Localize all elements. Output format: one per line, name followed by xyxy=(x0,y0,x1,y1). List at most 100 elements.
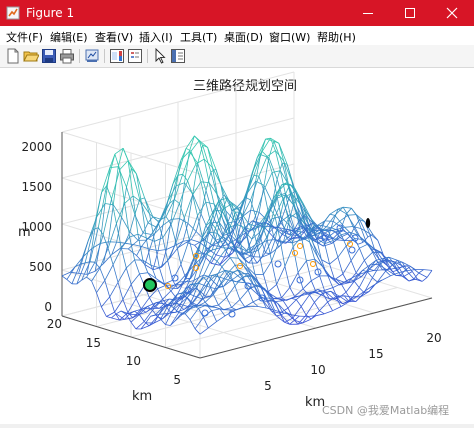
mesh-line xyxy=(427,270,432,277)
mesh-line xyxy=(351,208,356,214)
close-icon xyxy=(446,7,458,19)
mesh-line xyxy=(351,261,356,273)
open-file-icon[interactable] xyxy=(23,48,39,64)
minimize-button[interactable] xyxy=(348,0,388,26)
mesh-line xyxy=(359,288,364,293)
mesh-line xyxy=(143,233,151,235)
mesh-line xyxy=(170,175,178,203)
mesh-line xyxy=(251,181,256,210)
mesh-line xyxy=(301,307,306,316)
x-tick-label: 20 xyxy=(426,331,441,345)
figure-canvas: 三维路径规划空间 2000 1500 1000 500 0 m 20 15 10… xyxy=(0,68,474,424)
new-figure-icon[interactable] xyxy=(5,48,21,64)
mesh-line xyxy=(171,291,176,298)
mesh-line xyxy=(194,136,199,141)
mesh-line xyxy=(359,244,367,248)
mesh-line xyxy=(267,240,275,241)
path-node-marker xyxy=(202,310,208,316)
mesh-line xyxy=(227,286,235,298)
mesh-line xyxy=(333,241,338,258)
mesh-line xyxy=(191,240,199,243)
mesh-line xyxy=(333,307,341,311)
mesh-line xyxy=(145,198,150,214)
mesh-line xyxy=(267,151,275,157)
mesh-line xyxy=(62,276,67,280)
mesh-line xyxy=(311,276,319,281)
mesh-line xyxy=(236,243,241,244)
mesh-line xyxy=(280,171,285,194)
menu-help[interactable]: 帮助(H) xyxy=(317,29,356,45)
mesh-line xyxy=(149,317,157,326)
window-title: Figure 1 xyxy=(26,5,74,21)
menu-edit[interactable]: 编辑(E) xyxy=(50,29,88,45)
menu-window[interactable]: 窗口(W) xyxy=(269,29,310,45)
mesh-line xyxy=(110,154,115,168)
maximize-icon xyxy=(404,7,416,19)
menu-insert[interactable]: 插入(I) xyxy=(139,29,173,45)
mesh-line xyxy=(331,228,336,230)
mesh-line xyxy=(207,255,212,258)
mesh-line xyxy=(356,260,364,273)
mesh-line xyxy=(105,280,110,297)
waypoint-marker xyxy=(298,244,303,249)
z-tick-label: 0 xyxy=(44,300,52,314)
mesh-line xyxy=(301,295,309,307)
mesh-line xyxy=(330,257,338,264)
maximize-button[interactable] xyxy=(390,0,430,26)
mesh-line xyxy=(139,315,144,322)
mesh-line xyxy=(208,322,216,328)
mesh-line xyxy=(275,301,283,302)
insert-legend-icon[interactable] xyxy=(127,48,143,64)
menu-desktop[interactable]: 桌面(D) xyxy=(224,29,263,45)
mesh-line xyxy=(97,293,102,307)
mesh-line xyxy=(101,297,109,307)
mesh-line xyxy=(251,210,259,212)
insert-colorbar-icon[interactable] xyxy=(109,48,125,64)
mesh-line xyxy=(354,281,359,287)
mesh-line xyxy=(230,258,238,259)
minimize-icon xyxy=(362,7,374,19)
mesh-line xyxy=(411,266,416,269)
link-plot-icon[interactable] xyxy=(84,48,100,64)
mesh-line xyxy=(210,307,215,308)
x-axis: 5 10 15 20 xyxy=(264,331,441,393)
mesh-line xyxy=(328,302,333,311)
mesh-line xyxy=(186,278,191,279)
mesh-line xyxy=(374,270,382,271)
mesh-line xyxy=(193,195,198,216)
mesh-line xyxy=(133,240,138,244)
mesh-line xyxy=(120,170,125,204)
mesh-line xyxy=(145,249,150,265)
mesh-line xyxy=(174,199,179,203)
mesh-line xyxy=(166,219,171,249)
mesh-line xyxy=(228,211,233,224)
menu-view[interactable]: 查看(V) xyxy=(95,29,133,45)
mesh-line xyxy=(248,290,253,302)
mesh-line xyxy=(260,237,265,252)
mesh-line xyxy=(232,300,240,308)
mesh-line xyxy=(159,261,167,268)
menu-file[interactable]: 文件(F) xyxy=(6,29,43,45)
mesh-line xyxy=(326,291,331,292)
mesh-line xyxy=(98,228,103,235)
mesh-line xyxy=(146,316,151,323)
edit-plot-arrow-icon[interactable] xyxy=(152,48,168,64)
save-icon[interactable] xyxy=(41,48,57,64)
property-inspector-icon[interactable] xyxy=(170,48,186,64)
mesh-line xyxy=(121,248,126,268)
y-axis-label: km xyxy=(132,389,152,404)
menu-bar: 文件(F) 编辑(E) 查看(V) 插入(I) 工具(T) 桌面(D) 窗口(W… xyxy=(0,26,474,45)
mesh-line xyxy=(359,248,364,260)
mesh-line xyxy=(185,314,190,320)
axes-3d[interactable]: 三维路径规划空间 2000 1500 1000 500 0 m 20 15 10… xyxy=(0,68,474,424)
y-tick-label: 20 xyxy=(47,317,62,331)
mesh-line xyxy=(230,274,235,286)
print-icon[interactable] xyxy=(59,48,75,64)
menu-tools[interactable]: 工具(T) xyxy=(180,29,217,45)
mesh-line xyxy=(126,268,131,284)
mesh-line xyxy=(259,185,264,212)
mesh-line xyxy=(295,316,300,320)
mesh-line xyxy=(393,270,398,272)
mesh-line xyxy=(200,328,208,334)
close-button[interactable] xyxy=(432,0,472,26)
